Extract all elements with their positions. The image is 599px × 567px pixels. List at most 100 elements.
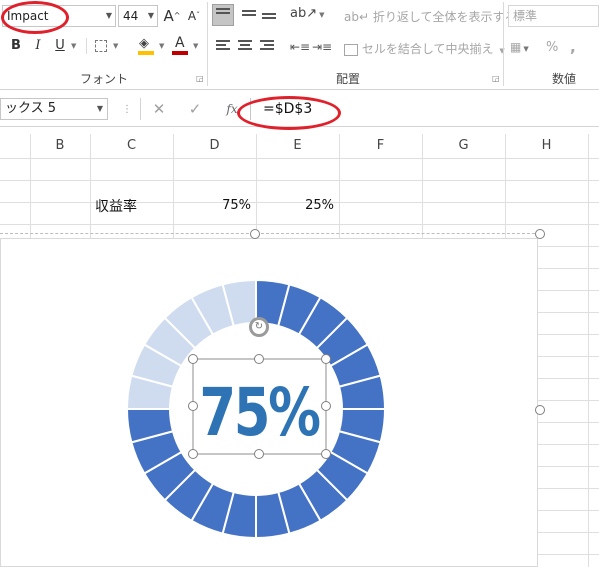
chevron-down-icon: ▼: [147, 11, 154, 20]
borders-dropdown-arrow[interactable]: ▼: [113, 42, 118, 50]
shrink-font-button[interactable]: Aˇ: [184, 6, 204, 26]
name-box[interactable]: ックス 5 ▼: [0, 98, 108, 120]
alignment-group-label: 配置: [336, 72, 361, 86]
merge-center-label: セルを結合して中央揃え: [361, 42, 494, 56]
textbox-resize-handle[interactable]: [321, 449, 331, 459]
chart-resize-handle[interactable]: [535, 405, 545, 415]
gridline: [588, 134, 589, 567]
fill-color-dropdown-arrow[interactable]: ▼: [159, 42, 164, 50]
cancel-icon: ✕: [152, 100, 166, 118]
fx-icon: fx: [226, 102, 238, 116]
textbox-resize-handle[interactable]: [188, 354, 198, 364]
gridline: [0, 158, 599, 159]
font-group-label: フォント: [80, 72, 129, 86]
align-left-button[interactable]: [216, 40, 232, 54]
font-size-value: 44: [123, 9, 139, 23]
column-header-g[interactable]: G: [422, 134, 505, 158]
paint-bucket-icon: ◈: [139, 36, 149, 51]
textbox-resize-handle[interactable]: [188, 449, 198, 459]
accounting-format-button[interactable]: ▦ ▼: [510, 40, 529, 54]
dialog-launcher-icon[interactable]: ◲: [196, 74, 204, 83]
shrink-font-icon: A: [187, 9, 197, 23]
chart-resize-handle[interactable]: [250, 229, 260, 239]
decrease-indent-button[interactable]: ⇤≡: [290, 40, 310, 54]
grow-font-button[interactable]: A^: [162, 6, 182, 26]
align-middle-icon: [242, 10, 256, 22]
textbox-resize-handle[interactable]: [254, 354, 264, 364]
align-bottom-button[interactable]: [258, 4, 280, 26]
textbox-resize-handle[interactable]: [321, 354, 331, 364]
bold-button[interactable]: B: [6, 36, 26, 56]
decrease-indent-icon: ⇤≡: [290, 40, 311, 54]
font-color-dropdown-arrow[interactable]: ▼: [193, 42, 198, 50]
italic-button[interactable]: I: [28, 36, 48, 56]
underline-icon: U: [55, 38, 65, 53]
formula-bar-grip[interactable]: ⋮: [122, 104, 132, 115]
column-header-e[interactable]: E: [256, 134, 339, 158]
font-color-icon: A: [175, 35, 185, 51]
number-format-value: 標準: [513, 9, 538, 23]
column-header-h[interactable]: H: [505, 134, 588, 158]
align-bottom-icon: [262, 13, 276, 25]
underline-button[interactable]: U: [50, 36, 70, 56]
comma-icon: ,: [570, 38, 576, 56]
group-separator: [503, 2, 504, 86]
chart-percent-label[interactable]: 75%: [199, 375, 321, 451]
merge-center-button[interactable]: セルを結合して中央揃え ▼: [344, 40, 505, 57]
chart-resize-handle[interactable]: [535, 229, 545, 239]
bold-icon: B: [11, 38, 21, 53]
column-header-d[interactable]: D: [173, 134, 256, 158]
align-right-button[interactable]: [260, 40, 276, 54]
merge-center-icon: [344, 43, 358, 56]
number-format-combobox[interactable]: 標準: [508, 5, 599, 27]
doughnut-chart-svg: 75%: [125, 278, 387, 540]
wrap-text-button[interactable]: ab↵ 折り返して全体を表示する: [344, 8, 517, 25]
column-header-f[interactable]: F: [339, 134, 422, 158]
cell-e3[interactable]: 25%: [256, 198, 334, 213]
currency-icon: ▦: [510, 40, 522, 54]
comma-style-button[interactable]: ,: [570, 38, 576, 56]
percent-style-button[interactable]: %: [546, 40, 558, 55]
gridline: [0, 180, 599, 181]
cell-d3[interactable]: 75%: [173, 198, 251, 213]
annotation-oval-font-name: [1, 1, 69, 34]
ribbon: Impact ▼ 44 ▼ A^ Aˇ B I U ▼ ▼ ◈ ▼ A ▼ フォ…: [0, 0, 599, 90]
font-color-bar: [172, 51, 188, 55]
align-center-button[interactable]: [238, 40, 254, 54]
cell-c3[interactable]: 収益率: [95, 196, 137, 216]
fill-color-bar: [138, 51, 154, 55]
chart-selection-border: [0, 233, 540, 234]
doughnut-chart[interactable]: 75% ↻: [0, 238, 538, 567]
fill-color-button[interactable]: ◈: [136, 36, 156, 56]
column-header-b[interactable]: B: [30, 134, 90, 158]
align-left-icon: [216, 40, 230, 52]
align-center-icon: [238, 40, 252, 52]
gridline: [0, 224, 599, 225]
align-top-icon: [216, 8, 230, 20]
group-separator: [207, 2, 208, 86]
font-size-combobox[interactable]: 44 ▼: [118, 5, 158, 27]
italic-icon: I: [35, 38, 41, 53]
align-middle-button[interactable]: [238, 4, 260, 26]
column-header-c[interactable]: C: [90, 134, 173, 158]
textbox-resize-handle[interactable]: [321, 401, 331, 411]
align-right-icon: [260, 40, 274, 52]
text-orientation-icon: ab↗: [290, 6, 318, 21]
orientation-button[interactable]: ab↗ ▼: [290, 6, 325, 21]
grow-font-icon: A: [163, 7, 174, 25]
dialog-launcher-icon[interactable]: ◲: [492, 74, 500, 83]
increase-indent-button[interactable]: ⇥≡: [312, 40, 332, 54]
align-top-button[interactable]: [212, 4, 234, 26]
textbox-resize-handle[interactable]: [188, 401, 198, 411]
increase-indent-icon: ⇥≡: [312, 40, 333, 54]
enter-button[interactable]: ✓: [186, 98, 204, 120]
font-color-button[interactable]: A: [170, 35, 190, 56]
underline-dropdown-arrow[interactable]: ▼: [71, 42, 76, 50]
chevron-down-icon: ▼: [96, 104, 103, 113]
cancel-button[interactable]: ✕: [150, 98, 168, 120]
rotate-handle-icon[interactable]: ↻: [249, 317, 269, 337]
wrap-text-icon: ab↵: [344, 10, 370, 24]
textbox-resize-handle[interactable]: [254, 449, 264, 459]
borders-icon[interactable]: [95, 40, 107, 52]
name-box-value: ックス 5: [5, 101, 57, 116]
